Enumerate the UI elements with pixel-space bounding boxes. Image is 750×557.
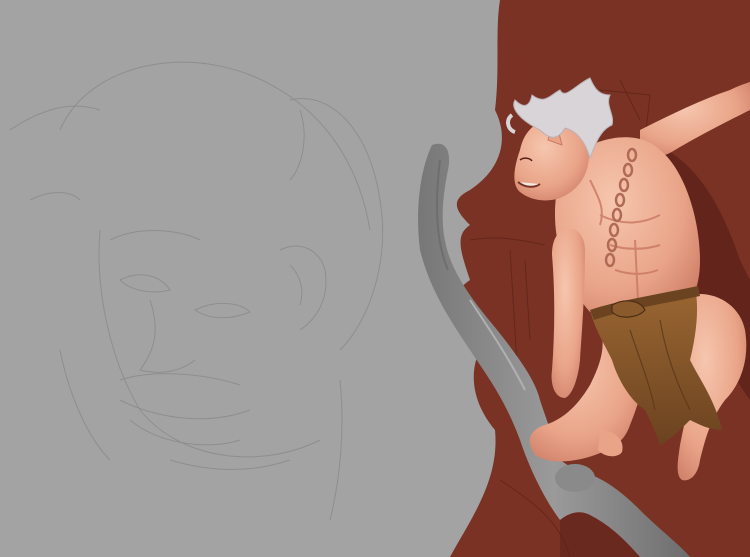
digital-painting bbox=[0, 0, 750, 557]
painting-canvas bbox=[0, 0, 750, 557]
